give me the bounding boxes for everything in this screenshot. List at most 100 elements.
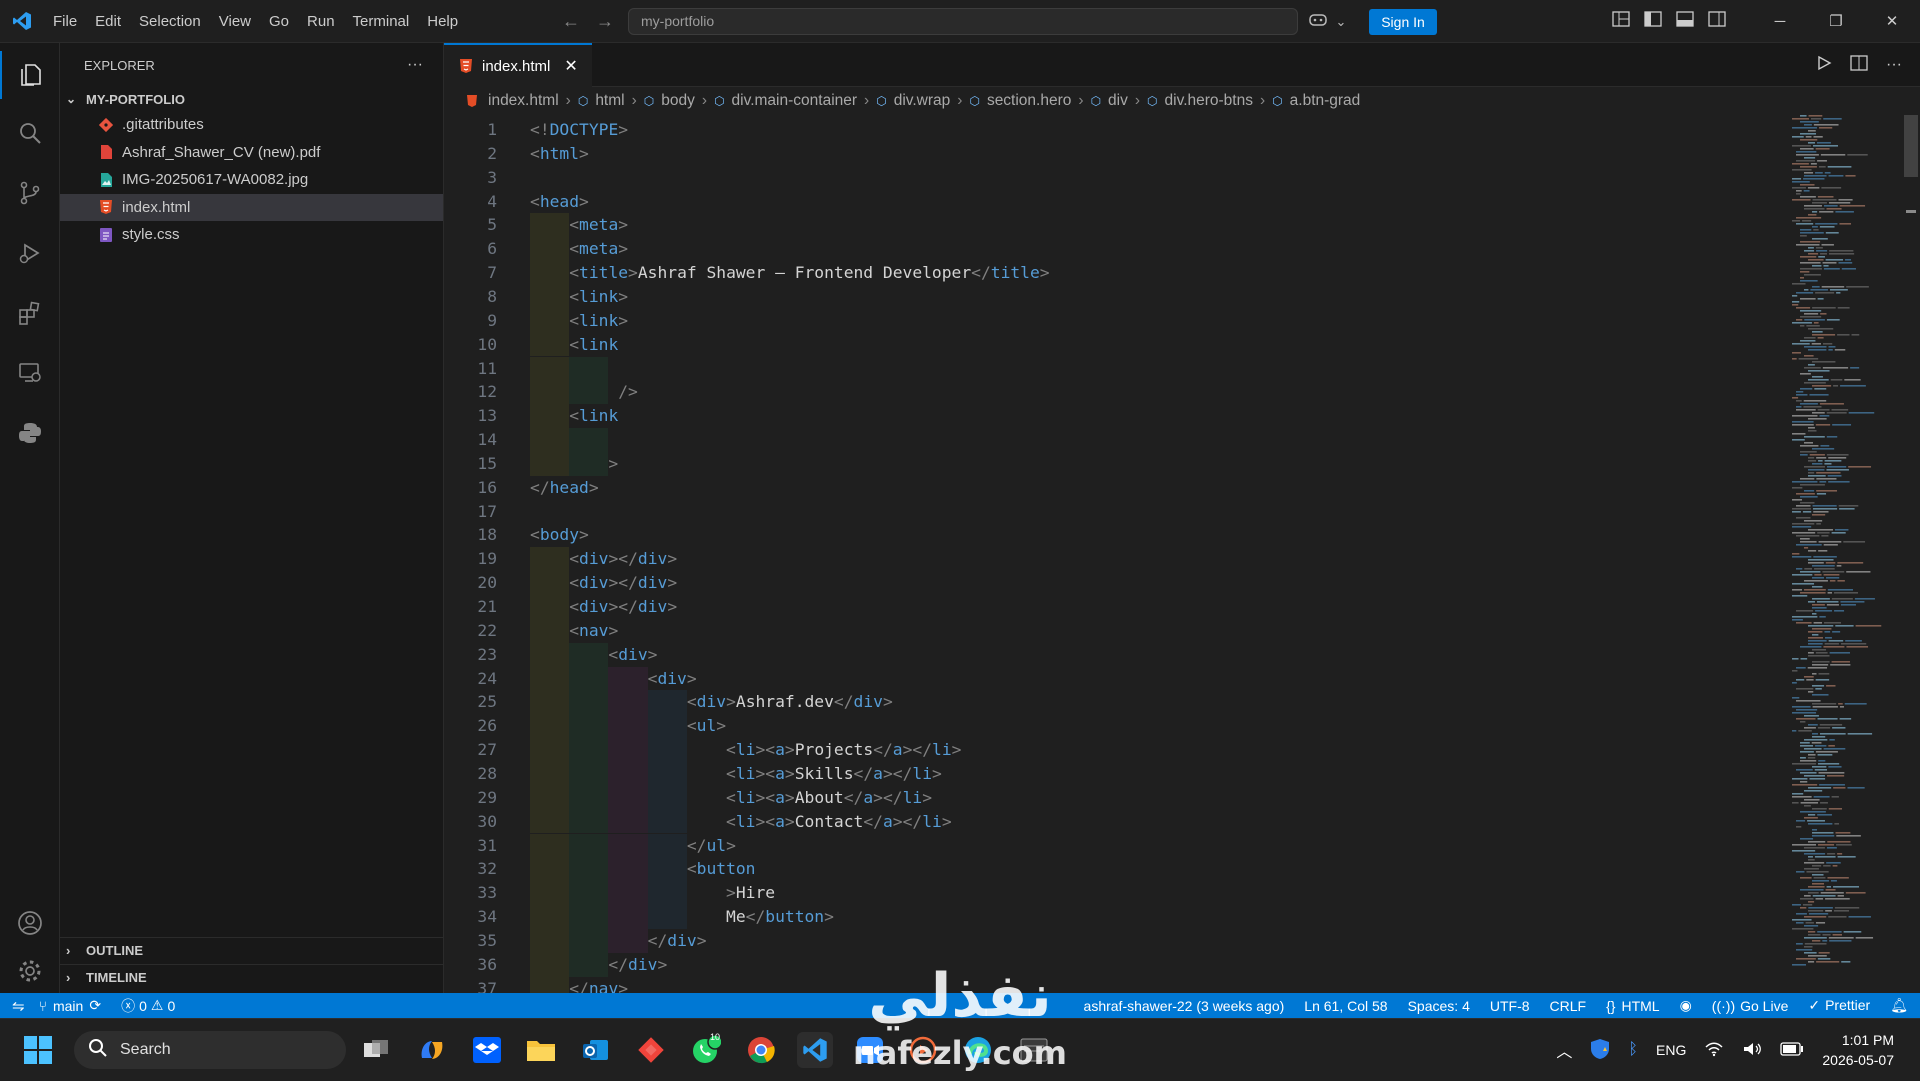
chevron-up-icon[interactable]: ︿: [1556, 1038, 1572, 1062]
close-icon[interactable]: ✕: [564, 56, 577, 76]
code-line[interactable]: 23 <div>: [444, 642, 1774, 667]
anydesk-icon[interactable]: [633, 1032, 669, 1068]
volume-icon[interactable]: [1742, 1041, 1762, 1060]
clock[interactable]: 1:01 PM 2026-05-07: [1822, 1030, 1894, 1070]
explorer-icon[interactable]: [0, 51, 60, 99]
restore-button[interactable]: ❐: [1808, 0, 1864, 43]
breadcrumb-item[interactable]: div.hero-btns: [1165, 92, 1253, 110]
source-control-icon[interactable]: [0, 169, 60, 217]
code-line[interactable]: 28 <li><a>Skills</a></li>: [444, 761, 1774, 786]
code-line[interactable]: 8 <link>: [444, 284, 1774, 309]
indentation[interactable]: Spaces: 4: [1408, 998, 1470, 1014]
code-line[interactable]: 1 <!DOCTYPE>: [444, 118, 1774, 142]
code-line[interactable]: 16 </head>: [444, 476, 1774, 500]
wifi-icon[interactable]: [1704, 1041, 1724, 1060]
file-item-index-html[interactable]: index.html: [60, 193, 443, 221]
code-line[interactable]: 32 <button: [444, 857, 1774, 882]
more-actions-icon[interactable]: ···: [1886, 56, 1902, 74]
code-line[interactable]: 14: [444, 428, 1774, 452]
breadcrumb-item[interactable]: div.wrap: [894, 92, 951, 110]
minimize-button[interactable]: ─: [1752, 0, 1808, 43]
code-line[interactable]: 15 >: [444, 451, 1774, 476]
taskbar-search[interactable]: Search: [74, 1031, 346, 1069]
code-line[interactable]: 7 <title>Ashraf Shawer — Frontend Develo…: [444, 261, 1774, 285]
command-center-search[interactable]: my-portfolio: [628, 8, 1298, 35]
menu-go[interactable]: Go: [260, 0, 298, 43]
whatsapp-icon[interactable]: 10: [688, 1032, 724, 1068]
code-line[interactable]: 37 </nav>: [444, 976, 1774, 993]
code-line[interactable]: 36 </div>: [444, 952, 1774, 977]
customize-layout-icon[interactable]: [1612, 11, 1630, 32]
menu-terminal[interactable]: Terminal: [344, 0, 419, 43]
file-item-gitattributes[interactable]: .gitattributes: [60, 111, 443, 139]
language-indicator[interactable]: ENG: [1656, 1042, 1686, 1058]
run-icon[interactable]: [1816, 55, 1832, 76]
task-view-icon[interactable]: [358, 1032, 394, 1068]
breadcrumb-item[interactable]: div.main-container: [732, 92, 858, 110]
code-editor[interactable]: 1 <!DOCTYPE> 2 <html> 3 4 <head> 5 <meta> 6 <met…: [444, 115, 1920, 993]
breadcrumb-item[interactable]: body: [661, 92, 695, 110]
chrome-icon[interactable]: [743, 1032, 779, 1068]
breadcrumb-item[interactable]: a.btn-grad: [1290, 92, 1361, 110]
toggle-panel-icon[interactable]: [1676, 11, 1694, 32]
code-line[interactable]: 26 <ul>: [444, 714, 1774, 739]
extensions-icon[interactable]: [0, 289, 60, 337]
edge-icon[interactable]: [960, 1032, 996, 1068]
branch-indicator[interactable]: ⑂ main ⟳: [39, 997, 102, 1014]
code-line[interactable]: 2 <html>: [444, 142, 1774, 166]
code-line[interactable]: 10 <link: [444, 332, 1774, 357]
notifications-bell-icon[interactable]: 🔔︎: [1890, 997, 1908, 1014]
code-line[interactable]: 33 >Hire: [444, 881, 1774, 906]
outlook-icon[interactable]: [578, 1032, 614, 1068]
code-line[interactable]: 4 <head>: [444, 190, 1774, 214]
back-arrow-icon[interactable]: ←: [562, 11, 580, 32]
vscode-taskbar-icon[interactable]: [797, 1032, 833, 1068]
folder-my-portfolio[interactable]: ⌄ MY-PORTFOLIO: [60, 87, 443, 111]
toggle-primary-sidebar-icon[interactable]: [1644, 11, 1662, 32]
code-line[interactable]: 22 <nav>: [444, 618, 1774, 643]
terminal-app-icon[interactable]: [1016, 1032, 1052, 1068]
code-line[interactable]: 27 <li><a>Projects</a></li>: [444, 738, 1774, 762]
menu-edit[interactable]: Edit: [86, 0, 130, 43]
security-shield-icon[interactable]: [1590, 1038, 1610, 1063]
close-button[interactable]: ✕: [1864, 0, 1920, 43]
copilot-status-icon[interactable]: ◉: [1680, 997, 1692, 1014]
media-player-icon[interactable]: [905, 1032, 941, 1068]
code-line[interactable]: 17: [444, 500, 1774, 524]
copilot-icon[interactable]: [1308, 12, 1328, 31]
breadcrumb-item[interactable]: div: [1108, 92, 1128, 110]
menu-run[interactable]: Run: [298, 0, 344, 43]
breadcrumb-item[interactable]: index.html: [488, 92, 559, 110]
accounts-icon[interactable]: [0, 899, 60, 947]
menu-file[interactable]: File: [44, 0, 86, 43]
vertical-scrollbar[interactable]: [1904, 115, 1918, 993]
zoom-app-icon[interactable]: [852, 1032, 888, 1068]
code-line[interactable]: 35 </div>: [444, 928, 1774, 953]
prettier-button[interactable]: ✓ Prettier: [1808, 997, 1870, 1014]
encoding[interactable]: UTF-8: [1490, 998, 1530, 1014]
code-line[interactable]: 34 Me</button>: [444, 905, 1774, 929]
code-line[interactable]: 25 <div>Ashraf.dev</div>: [444, 690, 1774, 715]
problems-indicator[interactable]: ⓧ 0 ⚠ 0: [121, 996, 175, 1016]
outline-section[interactable]: › OUTLINE: [60, 937, 444, 963]
copilot-app-icon[interactable]: [414, 1032, 450, 1068]
menu-selection[interactable]: Selection: [130, 0, 210, 43]
line-ending[interactable]: CRLF: [1550, 998, 1587, 1014]
sign-in-button[interactable]: Sign In: [1369, 9, 1437, 35]
windows-start-icon[interactable]: [24, 1036, 52, 1064]
remote-icon[interactable]: ⇋: [12, 997, 25, 1015]
menu-help[interactable]: Help: [418, 0, 467, 43]
breadcrumb-item[interactable]: html: [595, 92, 624, 110]
tab-index-html[interactable]: index.html ✕: [444, 43, 592, 87]
code-line[interactable]: 6 <meta>: [444, 237, 1774, 262]
code-line[interactable]: 24 <div>: [444, 666, 1774, 691]
code-line[interactable]: 13 <link: [444, 404, 1774, 429]
bluetooth-icon[interactable]: ᛒ: [1628, 1041, 1638, 1059]
timeline-section[interactable]: › TIMELINE: [60, 964, 444, 990]
cursor-position[interactable]: Ln 61, Col 58: [1304, 998, 1387, 1014]
forward-arrow-icon[interactable]: →: [596, 11, 614, 32]
code-line[interactable]: 9 <link>: [444, 308, 1774, 333]
run-debug-icon[interactable]: [0, 229, 60, 277]
breadcrumb-item[interactable]: section.hero: [987, 92, 1071, 110]
code-line[interactable]: 11: [444, 356, 1774, 381]
